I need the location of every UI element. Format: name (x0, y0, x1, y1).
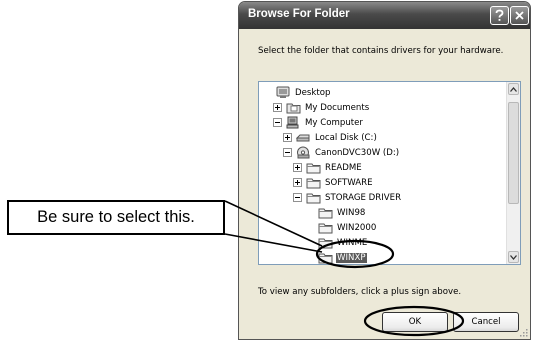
folder-tree[interactable]: Desktop My Documents My Computer Local Disk… (258, 81, 521, 265)
tree-item-label: WIN2000 (337, 222, 377, 233)
question-mark-icon (495, 9, 504, 21)
folder-icon (306, 178, 321, 189)
tree-item-label: STORAGE DRIVER (325, 192, 402, 203)
tree-item-winxp[interactable]: WINXP (305, 250, 367, 264)
tree-item-local-disk-c[interactable]: Local Disk (C:) (283, 130, 378, 145)
tree-item-readme[interactable]: README (293, 160, 363, 175)
cd-drive-icon (297, 146, 310, 159)
folder-icon (318, 223, 333, 234)
subfolder-hint-text: To view any subfolders, click a plus sig… (258, 287, 462, 297)
tree-item-label: WINXP (336, 252, 367, 263)
scroll-thumb[interactable] (508, 102, 519, 204)
hard-disk-icon (296, 134, 310, 142)
tree-item-my-documents[interactable]: My Documents (273, 100, 370, 115)
collapse-minus-icon[interactable] (293, 193, 302, 202)
tree-item-label: Desktop (295, 87, 331, 98)
expand-plus-icon[interactable] (293, 163, 302, 172)
collapse-minus-icon[interactable] (283, 148, 292, 157)
expand-plus-icon[interactable] (283, 133, 292, 142)
ok-button[interactable]: OK (382, 312, 448, 332)
collapse-minus-icon[interactable] (273, 118, 282, 127)
tree-item-label: README (325, 162, 362, 173)
folder-icon (306, 163, 321, 174)
tree-item-label: SOFTWARE (325, 177, 373, 188)
folder-icon (318, 238, 333, 249)
vertical-scrollbar[interactable] (506, 82, 520, 264)
expand-plus-icon[interactable] (273, 103, 282, 112)
tree-item-software[interactable]: SOFTWARE (293, 175, 374, 190)
tree-item-storage-driver[interactable]: STORAGE DRIVER (293, 190, 402, 205)
cancel-button[interactable]: Cancel (453, 312, 519, 332)
tree-item-label: WIN98 (337, 207, 366, 218)
tree-item-winme[interactable]: WINME (305, 235, 368, 250)
folder-icon (318, 253, 333, 264)
instruction-text: Select the folder that contains drivers … (258, 46, 504, 56)
tree-item-label: My Computer (305, 117, 363, 128)
help-button[interactable] (490, 6, 509, 25)
scroll-down-button[interactable] (508, 251, 519, 263)
browse-for-folder-dialog: Browse For Folder Select the folder that… (238, 1, 531, 340)
tree-item-label: CanonDVC30W (D:) (315, 147, 400, 158)
chevron-up-icon (510, 86, 517, 92)
close-icon (515, 11, 524, 20)
annotation-callout: Be sure to select this. (7, 200, 225, 235)
folder-icon (318, 208, 333, 219)
resize-grip-icon[interactable] (518, 327, 528, 337)
tree-item-label: My Documents (305, 102, 370, 113)
tree-item-canondvc30w-d[interactable]: CanonDVC30W (D:) (283, 145, 400, 160)
folder-icon (306, 193, 321, 204)
documents-folder-icon (286, 103, 301, 114)
scroll-up-button[interactable] (508, 83, 519, 95)
tree-item-my-computer[interactable]: My Computer (273, 115, 364, 130)
close-button[interactable] (510, 6, 529, 25)
dialog-title: Browse For Folder (248, 8, 350, 20)
desktop-icon (276, 86, 290, 98)
computer-icon (286, 116, 299, 129)
title-bar[interactable]: Browse For Folder (239, 2, 530, 29)
chevron-down-icon (510, 254, 517, 260)
tree-item-label: Local Disk (C:) (315, 132, 377, 143)
tree-item-win98[interactable]: WIN98 (305, 205, 366, 220)
expand-plus-icon[interactable] (293, 178, 302, 187)
tree-item-desktop[interactable]: Desktop (263, 85, 331, 100)
tree-item-label: WINME (337, 237, 368, 248)
tree-item-win2000[interactable]: WIN2000 (305, 220, 377, 235)
